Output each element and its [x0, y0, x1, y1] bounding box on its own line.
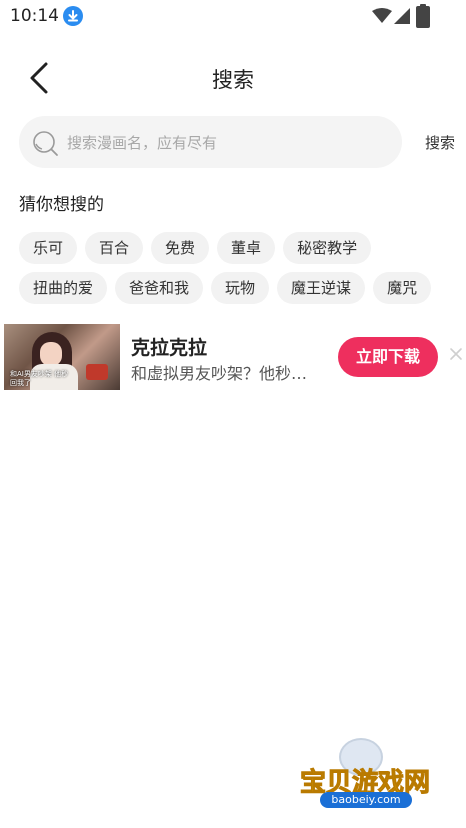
status-bar: 10:14	[0, 0, 466, 32]
suggestions-heading: 猜你想搜的	[19, 195, 104, 215]
header: 搜索	[0, 50, 466, 106]
search-input[interactable]	[65, 131, 389, 155]
suggestion-tag[interactable]: 秘密教学	[283, 232, 372, 264]
watermark-logo: 宝贝游戏网 baobeiy.com	[290, 738, 440, 822]
search-button[interactable]: 搜索	[425, 132, 455, 153]
suggestion-tag[interactable]: 乐可	[19, 232, 78, 264]
status-time: 10:14	[10, 6, 59, 26]
suggestion-tags: 乐可 百合 免费 董卓 秘密教学 扭曲的爱 爸爸和我 玩物 魔王逆谋 魔咒	[19, 232, 459, 312]
ad-download-button[interactable]: 立即下载	[338, 337, 438, 377]
watermark-url: baobeiy.com	[320, 792, 412, 808]
suggestion-tag[interactable]: 魔咒	[373, 272, 432, 304]
ad-description: 和虚拟男友吵架？他秒…	[131, 364, 308, 383]
ad-banner[interactable]: 和AI男友吵架 他秒回我了 克拉克拉 和虚拟男友吵架？他秒… 立即下载	[4, 324, 466, 390]
wifi-icon	[372, 8, 392, 23]
suggestion-tag[interactable]: 魔王逆谋	[277, 272, 366, 304]
search-row: 搜索	[19, 116, 455, 168]
suggestion-tag[interactable]: 董卓	[217, 232, 276, 264]
suggestion-tag[interactable]: 百合	[85, 232, 144, 264]
page-title: 搜索	[212, 68, 254, 92]
search-box[interactable]	[19, 116, 402, 168]
suggestion-tag[interactable]: 扭曲的爱	[19, 272, 108, 304]
tag-row: 乐可 百合 免费 董卓 秘密教学	[19, 232, 459, 264]
close-icon[interactable]	[448, 346, 464, 362]
suggestion-tag[interactable]: 免费	[151, 232, 210, 264]
suggestion-tag[interactable]: 玩物	[211, 272, 270, 304]
ad-thumbnail-caption: 和AI男友吵架 他秒回我了	[10, 370, 69, 387]
ad-thumbnail[interactable]: 和AI男友吵架 他秒回我了	[4, 324, 120, 390]
signal-icon	[394, 8, 410, 24]
download-notification-icon	[63, 6, 83, 26]
tag-row: 扭曲的爱 爸爸和我 玩物 魔王逆谋 魔咒	[19, 272, 459, 304]
suggestion-tag[interactable]: 爸爸和我	[115, 272, 204, 304]
battery-icon	[416, 6, 430, 28]
ad-title: 克拉克拉	[131, 337, 208, 359]
search-icon	[33, 131, 58, 156]
